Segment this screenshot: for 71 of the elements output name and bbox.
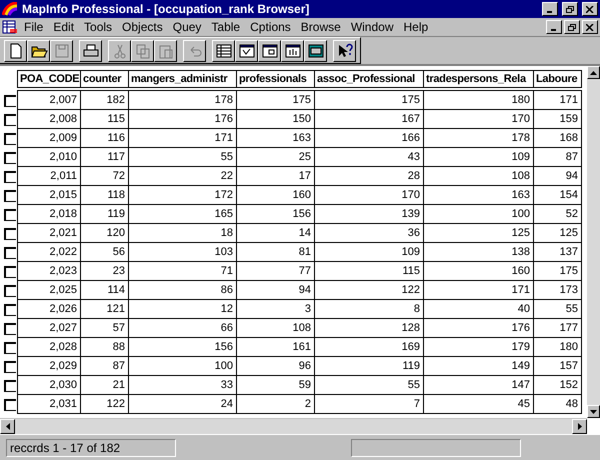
row-select-box[interactable] <box>4 152 16 164</box>
column-header[interactable]: tradespersons_Rela <box>423 70 534 88</box>
restore-button[interactable] <box>562 2 578 16</box>
table-cell: 2,007 <box>17 90 81 110</box>
status-text: reccrds 1 - 17 of 182 <box>6 438 176 456</box>
minimize-button[interactable] <box>542 2 558 16</box>
row-select-box[interactable] <box>4 208 16 220</box>
menu-item[interactable]: Browse <box>296 18 345 36</box>
row-select-box[interactable] <box>4 266 16 278</box>
toolbar-button[interactable] <box>304 40 327 62</box>
row-select-box[interactable] <box>4 284 16 296</box>
menu-item[interactable]: Objects <box>118 18 167 36</box>
row-select-box[interactable] <box>4 342 16 354</box>
vertical-scrollbar[interactable] <box>587 66 600 418</box>
restore-icon <box>566 6 574 12</box>
row-select-box[interactable] <box>4 94 16 106</box>
column-header[interactable]: POA_CODE <box>17 70 81 88</box>
row-select-box[interactable] <box>4 380 16 392</box>
row-select-box[interactable] <box>4 398 16 410</box>
table-cell: 48 <box>533 394 582 414</box>
table-cell: 171 <box>533 90 582 110</box>
menu-item[interactable]: Edit <box>49 18 78 36</box>
right-arrow-icon <box>578 423 582 430</box>
toolbar-button[interactable] <box>281 40 304 62</box>
close-button[interactable] <box>582 2 598 16</box>
table-cell: 2,031 <box>17 394 81 414</box>
column-header[interactable]: mangers_administr <box>128 70 237 88</box>
row-select-box[interactable] <box>4 170 16 182</box>
document-close-button[interactable] <box>582 20 598 34</box>
app-logo-icon <box>2 2 18 16</box>
down-arrow-icon <box>590 410 597 414</box>
column-header[interactable]: counter <box>80 70 129 88</box>
restore-icon <box>568 24 576 30</box>
column-header[interactable]: assoc_Professional <box>314 70 424 88</box>
toolbar-button[interactable] <box>212 40 235 62</box>
toolbar-button[interactable] <box>4 40 27 62</box>
row-select-box[interactable] <box>4 228 16 240</box>
row-select-box[interactable] <box>4 132 16 144</box>
menu-item[interactable]: Quey <box>168 18 206 36</box>
left-arrow-icon <box>6 423 10 430</box>
column-header[interactable]: Laboure <box>533 70 582 88</box>
toolbar-button[interactable] <box>333 40 356 62</box>
row-select-box[interactable] <box>4 190 16 202</box>
menu-item[interactable]: Help <box>400 18 432 36</box>
up-arrow-icon <box>590 70 597 74</box>
row-select-box[interactable] <box>4 246 16 258</box>
toolbar-button[interactable] <box>235 40 258 62</box>
copy-icon <box>134 42 152 60</box>
window-title: MapInfo Professional - [occupation_rank Browser] <box>22 1 310 18</box>
window-icon <box>306 42 324 60</box>
document-minimize-button[interactable] <box>546 20 562 34</box>
menu-item[interactable]: File <box>20 18 48 36</box>
close-icon <box>586 6 594 12</box>
document-menu-icon[interactable] <box>2 20 18 34</box>
row-select-box[interactable] <box>4 322 16 334</box>
menu-item[interactable]: Tools <box>80 18 116 36</box>
toolbar-button[interactable] <box>27 40 50 62</box>
menu-item[interactable]: Window <box>346 18 398 36</box>
menu-item[interactable]: Table <box>207 18 244 36</box>
toolbar-button[interactable] <box>258 40 281 62</box>
row-select-box[interactable] <box>4 304 16 316</box>
grid-table-icon <box>214 42 232 60</box>
toolbar-button[interactable] <box>79 40 102 62</box>
menu-item[interactable]: Cptions <box>246 18 295 36</box>
document-restore-button[interactable] <box>564 20 580 34</box>
row-select-box[interactable] <box>4 114 16 126</box>
horizontal-scrollbar[interactable] <box>0 418 587 434</box>
row-select-box[interactable] <box>4 360 16 372</box>
close-icon <box>586 24 594 30</box>
printer-icon <box>82 42 100 60</box>
column-header[interactable]: professionals <box>236 70 315 88</box>
